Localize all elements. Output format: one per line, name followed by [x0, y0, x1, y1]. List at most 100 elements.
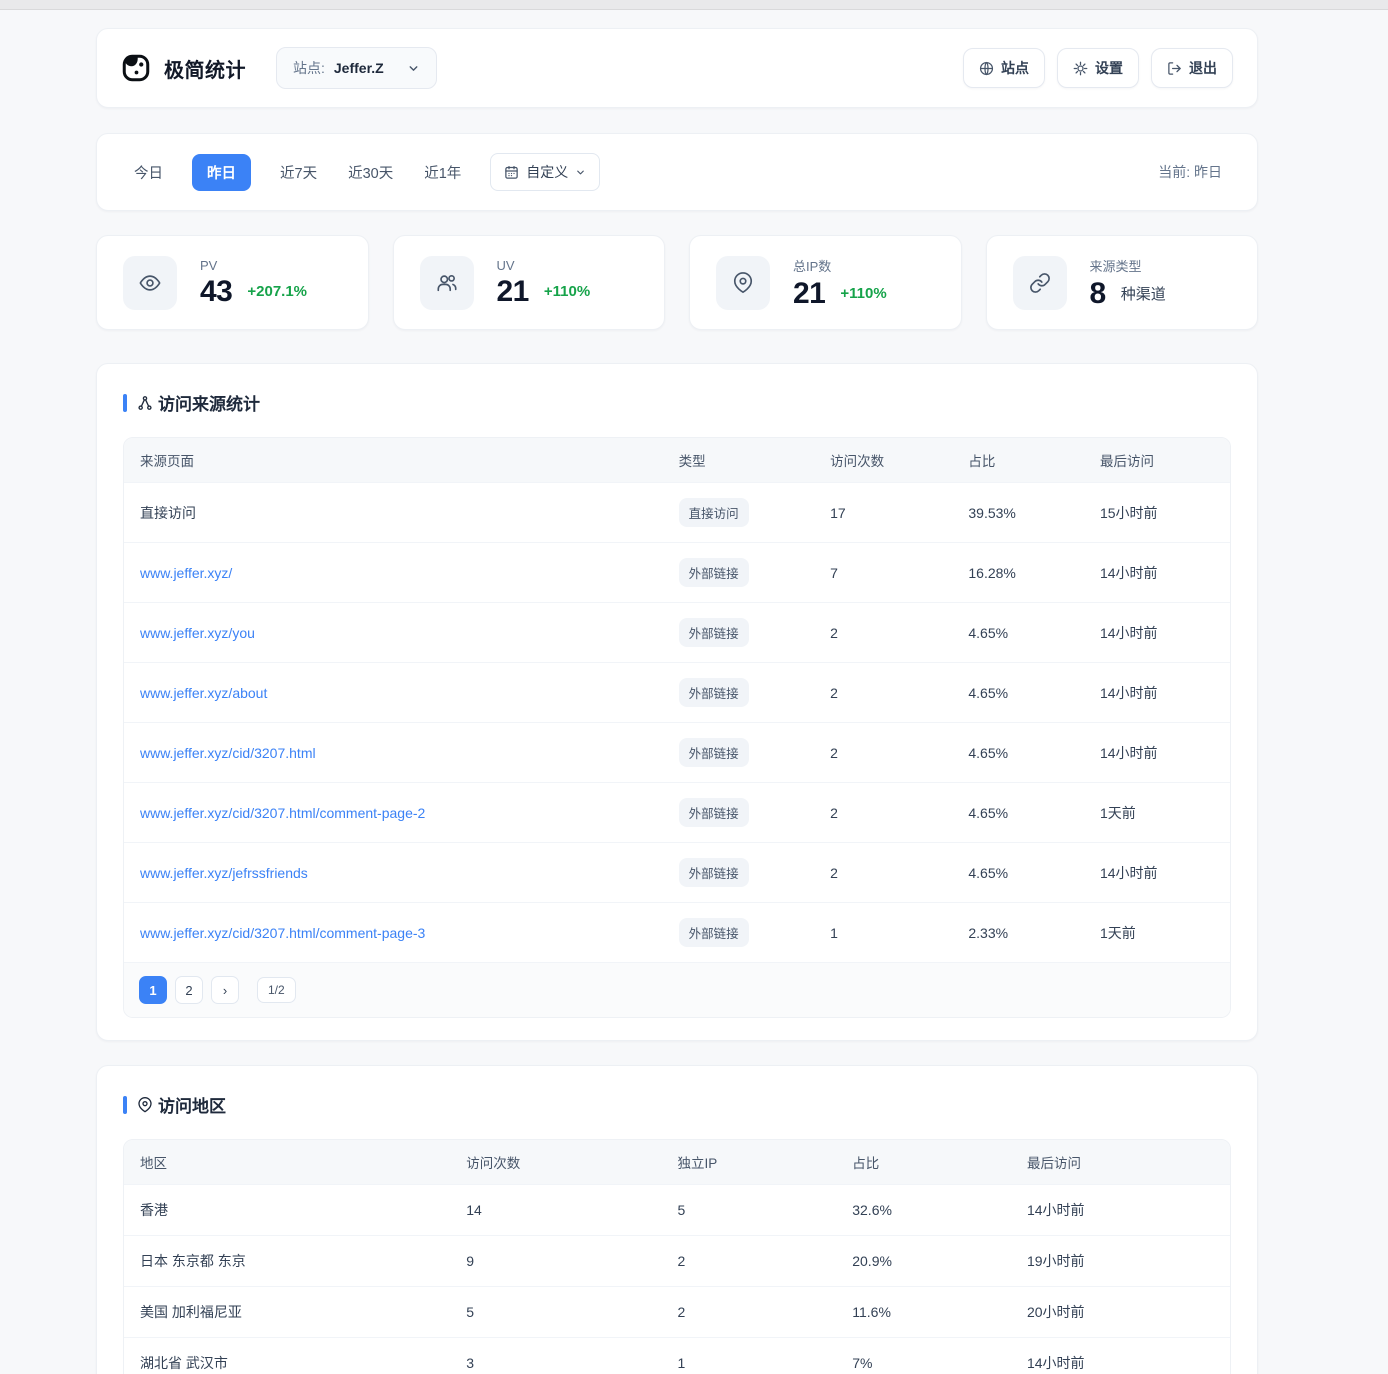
date-range-tab[interactable]: 近30天	[346, 154, 395, 191]
source-page-link[interactable]: www.jeffer.xyz/	[140, 565, 232, 581]
type-badge: 外部链接	[679, 738, 749, 767]
chevron-down-icon	[575, 167, 586, 178]
brand: 极简统计 站点: Jeffer.Z	[121, 47, 437, 89]
visits-cell: 7	[814, 543, 952, 603]
sites-button-label: 站点	[1001, 58, 1029, 78]
type-badge: 外部链接	[679, 678, 749, 707]
share-cell: 7%	[836, 1338, 1011, 1374]
stat-value-row: 21+110%	[793, 278, 887, 310]
site-selector[interactable]: 站点: Jeffer.Z	[276, 47, 437, 89]
custom-range-label: 自定义	[526, 162, 568, 182]
stat-card: 总IP数21+110%	[689, 235, 962, 330]
share-cell: 16.28%	[952, 543, 1084, 603]
region-cell: 香港	[124, 1185, 450, 1236]
source-page-cell: www.jeffer.xyz/cid/3207.html/comment-pag…	[124, 783, 663, 843]
type-badge: 外部链接	[679, 558, 749, 587]
pagination: 12 › 1/2	[124, 962, 1230, 1017]
header-actions: 站点 设置 退出	[963, 48, 1233, 88]
pagination-page-button[interactable]: 1	[139, 976, 167, 1004]
last-visit-cell: 14小时前	[1084, 663, 1230, 723]
source-type-cell: 外部链接	[663, 843, 815, 903]
source-table-header: 来源页面类型访问次数占比最后访问	[124, 438, 1230, 483]
source-page-cell: 直接访问	[124, 483, 663, 543]
source-type-cell: 直接访问	[663, 483, 815, 543]
source-section-title: 访问来源统计	[137, 390, 260, 415]
source-page-text: 直接访问	[140, 505, 196, 521]
source-type-cell: 外部链接	[663, 783, 815, 843]
source-page-link[interactable]: www.jeffer.xyz/cid/3207.html	[140, 745, 316, 761]
stat-card: UV21+110%	[393, 235, 666, 330]
logout-button-label: 退出	[1189, 58, 1217, 78]
pagination-next-button[interactable]: ›	[211, 976, 239, 1004]
last-visit-cell: 14小时前	[1084, 543, 1230, 603]
column-header: 最后访问	[1084, 438, 1230, 483]
stat-value: 21	[497, 276, 529, 308]
share-cell: 20.9%	[836, 1236, 1011, 1287]
map-pin-icon	[716, 256, 770, 310]
logout-button[interactable]: 退出	[1151, 48, 1233, 88]
visits-cell: 5	[450, 1287, 661, 1338]
stat-label: PV	[200, 258, 307, 273]
settings-button[interactable]: 设置	[1057, 48, 1139, 88]
column-header: 占比	[952, 438, 1084, 483]
custom-range-button[interactable]: 自定义	[490, 153, 600, 191]
source-page-link[interactable]: www.jeffer.xyz/jefrssfriends	[140, 865, 308, 881]
source-type-cell: 外部链接	[663, 543, 815, 603]
last-visit-cell: 14小时前	[1011, 1338, 1230, 1374]
share-cell: 11.6%	[836, 1287, 1011, 1338]
share-cell: 4.65%	[952, 843, 1084, 903]
date-range-tab[interactable]: 昨日	[192, 154, 251, 191]
stat-delta: +207.1%	[247, 283, 307, 300]
visits-cell: 17	[814, 483, 952, 543]
stat-text: UV21+110%	[497, 258, 591, 308]
date-range-tab[interactable]: 近7天	[278, 154, 319, 191]
gear-icon	[1073, 61, 1088, 76]
source-stats-section: 访问来源统计 来源页面类型访问次数占比最后访问 直接访问直接访问1739.53%…	[96, 363, 1258, 1041]
source-page-link[interactable]: www.jeffer.xyz/about	[140, 685, 267, 701]
stat-delta: +110%	[840, 285, 886, 302]
visits-cell: 14	[450, 1185, 661, 1236]
unique-ip-cell: 2	[662, 1236, 837, 1287]
last-visit-cell: 1天前	[1084, 903, 1230, 963]
source-page-link[interactable]: www.jeffer.xyz/you	[140, 625, 255, 641]
share-cell: 32.6%	[836, 1185, 1011, 1236]
table-row: 日本 东京都 东京9220.9%19小时前	[124, 1236, 1230, 1287]
map-pin-icon	[137, 1097, 153, 1113]
column-header: 最后访问	[1011, 1140, 1230, 1185]
region-section-title: 访问地区	[137, 1092, 226, 1117]
table-row: www.jeffer.xyz/cid/3207.html/comment-pag…	[124, 903, 1230, 963]
site-selector-value: Jeffer.Z	[334, 60, 384, 76]
share-nodes-icon	[137, 395, 153, 411]
calendar-icon	[504, 165, 519, 180]
date-range-tab[interactable]: 今日	[132, 154, 165, 191]
date-filter-bar: 今日昨日近7天近30天近1年 自定义 当前: 昨日	[96, 133, 1258, 211]
last-visit-cell: 15小时前	[1084, 483, 1230, 543]
stat-text: 总IP数21+110%	[793, 256, 887, 310]
pagination-page-button[interactable]: 2	[175, 976, 203, 1004]
region-table-wrap: 地区访问次数独立IP占比最后访问 香港14532.6%14小时前日本 东京都 东…	[123, 1139, 1231, 1374]
unique-ip-cell: 5	[662, 1185, 837, 1236]
stat-card: 来源类型8种渠道	[986, 235, 1259, 330]
table-row: 直接访问直接访问1739.53%15小时前	[124, 483, 1230, 543]
table-row: www.jeffer.xyz/about外部链接24.65%14小时前	[124, 663, 1230, 723]
source-page-link[interactable]: www.jeffer.xyz/cid/3207.html/comment-pag…	[140, 925, 425, 941]
stat-text: 来源类型8种渠道	[1090, 256, 1166, 310]
last-visit-cell: 14小时前	[1084, 843, 1230, 903]
source-table: 来源页面类型访问次数占比最后访问 直接访问直接访问1739.53%15小时前ww…	[124, 438, 1230, 962]
stat-value: 8	[1090, 278, 1106, 310]
visits-cell: 2	[814, 723, 952, 783]
globe-icon	[979, 61, 994, 76]
stat-value: 43	[200, 276, 232, 308]
users-icon	[420, 256, 474, 310]
table-row: www.jeffer.xyz/jefrssfriends外部链接24.65%14…	[124, 843, 1230, 903]
date-range-tab[interactable]: 近1年	[422, 154, 463, 191]
sites-button[interactable]: 站点	[963, 48, 1045, 88]
table-row: 香港14532.6%14小时前	[124, 1185, 1230, 1236]
chevron-down-icon	[407, 62, 420, 75]
share-cell: 4.65%	[952, 783, 1084, 843]
source-page-link[interactable]: www.jeffer.xyz/cid/3207.html/comment-pag…	[140, 805, 425, 821]
source-type-cell: 外部链接	[663, 603, 815, 663]
last-visit-cell: 14小时前	[1011, 1185, 1230, 1236]
visits-cell: 2	[814, 663, 952, 723]
stat-text: PV 43 +207.1%	[200, 258, 307, 308]
